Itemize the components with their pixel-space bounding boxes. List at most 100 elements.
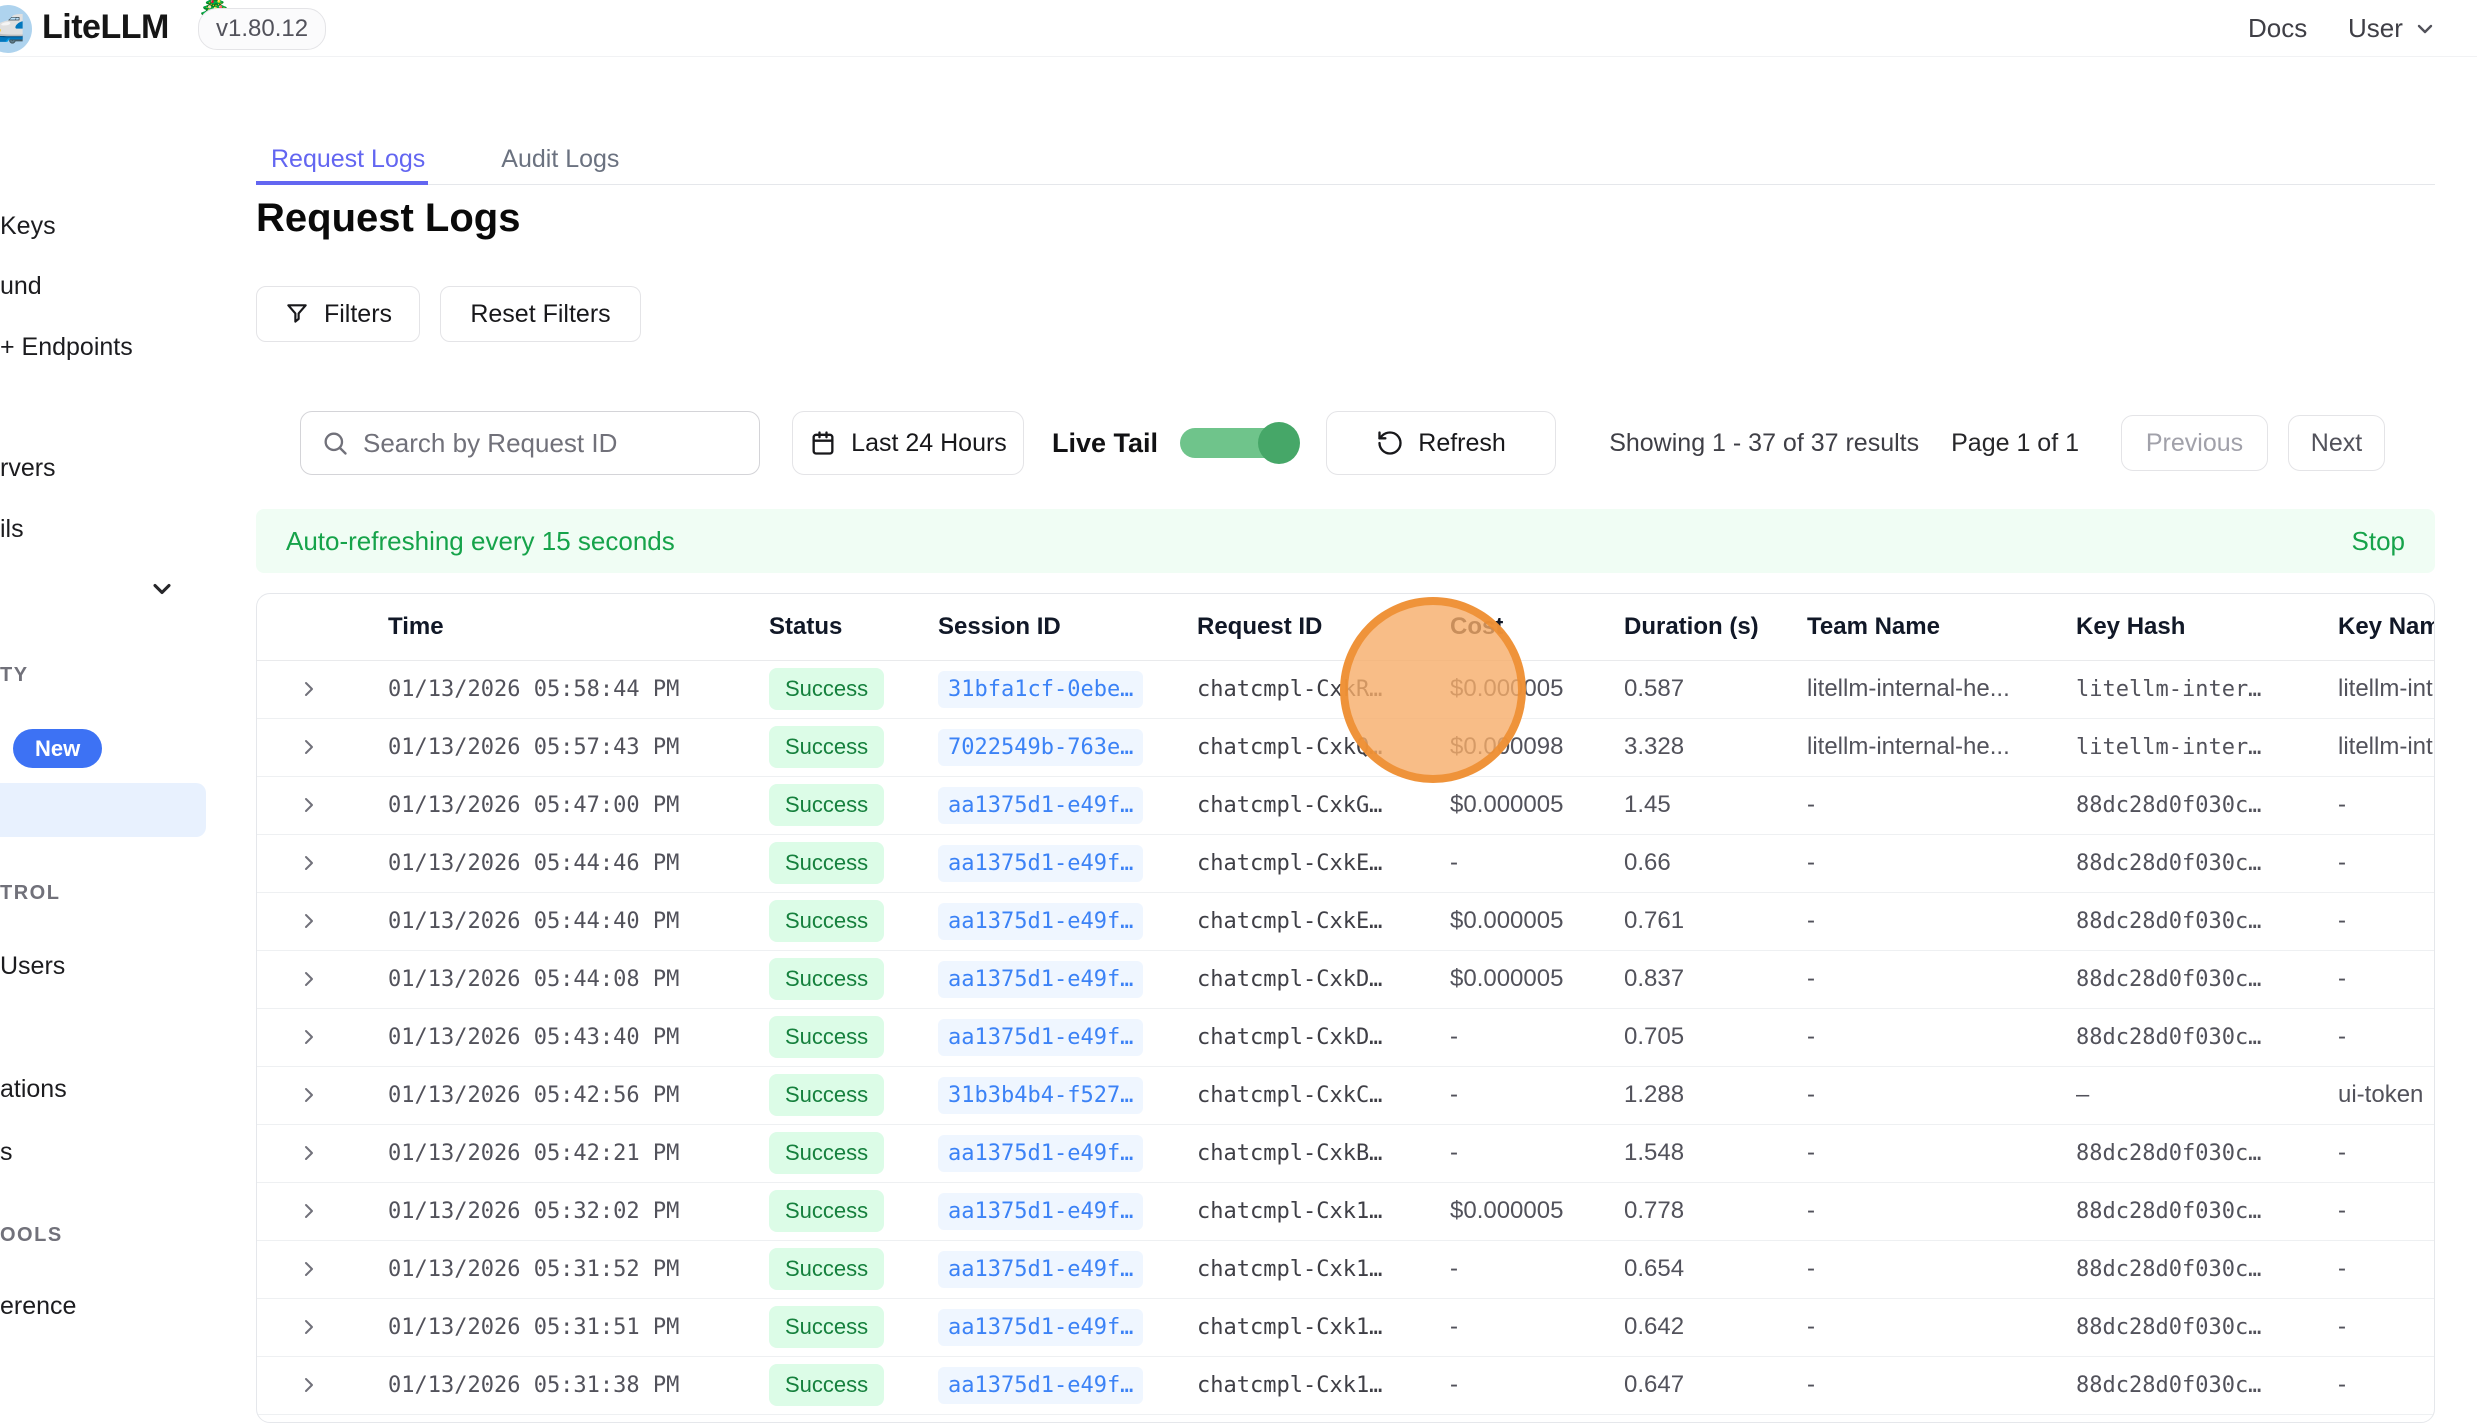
chevron-right-icon[interactable]	[297, 1199, 321, 1223]
live-tail-toggle[interactable]	[1180, 428, 1296, 458]
sidebar-item-keys[interactable]: Keys	[0, 212, 56, 241]
session-id-link[interactable]: 31bfa1cf-0ebe…	[938, 671, 1143, 708]
table-row[interactable]: 01/13/2026 05:31:38 PM Success aa1375d1-…	[257, 1356, 2435, 1414]
table-row[interactable]: 01/13/2026 05:31:52 PM Success aa1375d1-…	[257, 1240, 2435, 1298]
search-input[interactable]	[363, 428, 739, 459]
chevron-right-icon[interactable]	[297, 735, 321, 759]
sidebar-item-teams[interactable]: s	[0, 1138, 13, 1167]
table-row[interactable]: 01/13/2026 05:43:40 PM Success aa1375d1-…	[257, 1008, 2435, 1066]
cell-key-hash: –	[2076, 1066, 2338, 1124]
sidebar-item-models-endpoints[interactable]: + Endpoints	[0, 333, 133, 362]
sidebar-item-organizations[interactable]: ations	[0, 1075, 67, 1104]
status-badge: Success	[769, 842, 884, 884]
session-id-link[interactable]: aa1375d1-e49f…	[938, 903, 1143, 940]
version-badge: v1.80.12	[198, 8, 326, 50]
sidebar-section-observability: TY	[0, 664, 29, 687]
chevron-right-icon[interactable]	[297, 1141, 321, 1165]
chevron-right-icon[interactable]	[297, 1373, 321, 1397]
cell-duration: 0.705	[1624, 1008, 1807, 1066]
refresh-icon	[1376, 429, 1404, 457]
time-range-button[interactable]: Last 24 Hours	[792, 411, 1024, 475]
column-time: Time	[388, 594, 769, 660]
tab-audit-logs[interactable]: Audit Logs	[486, 136, 634, 182]
sidebar-item-selected[interactable]	[0, 783, 206, 837]
chevron-right-icon[interactable]	[297, 677, 321, 701]
cell-team-name: -	[1807, 1124, 2076, 1182]
sidebar-item-users[interactable]: Users	[0, 952, 65, 981]
table-row[interactable]: 01/13/2026 05:44:40 PM Success aa1375d1-…	[257, 892, 2435, 950]
session-id-link[interactable]: 31b3b4b4-f527…	[938, 1077, 1143, 1114]
cell-time: 01/13/2026 05:44:08 PM	[388, 950, 769, 1008]
cell-session-id: aa1375d1-e49f…	[938, 950, 1197, 1008]
cell-session-id: aa1375d1-e49f…	[938, 1298, 1197, 1356]
filters-button[interactable]: Filters	[256, 286, 420, 342]
cell-status: Success	[769, 1356, 938, 1414]
cell-duration: 1.288	[1624, 1066, 1807, 1124]
table-row[interactable]: 01/13/2026 05:42:56 PM Success 31b3b4b4-…	[257, 1066, 2435, 1124]
search-box[interactable]	[300, 411, 760, 475]
cell-session-id: 7022549b-763e…	[938, 718, 1197, 776]
status-badge: Success	[769, 1132, 884, 1174]
cell-key-name: -	[2338, 1008, 2435, 1066]
session-id-link[interactable]: 7022549b-763e…	[938, 729, 1143, 766]
next-page-button[interactable]: Next	[2288, 415, 2385, 471]
cell-time: 01/13/2026 05:31:51 PM	[388, 1298, 769, 1356]
user-menu[interactable]: User	[2348, 13, 2437, 44]
cell-request-id: chatcmpl-CxkD…	[1197, 1008, 1450, 1066]
sidebar-item-guardrails[interactable]: ils	[0, 515, 24, 544]
chevron-right-icon[interactable]	[297, 793, 321, 817]
cell-cost: $0.000005	[1450, 1182, 1624, 1240]
cell-key-hash: 88dc28d0f030c…	[2076, 1240, 2338, 1298]
cell-expand	[257, 1182, 388, 1240]
session-id-link[interactable]: aa1375d1-e49f…	[938, 787, 1143, 824]
tab-request-logs[interactable]: Request Logs	[256, 136, 440, 182]
session-id-link[interactable]: aa1375d1-e49f…	[938, 845, 1143, 882]
chevron-right-icon[interactable]	[297, 1025, 321, 1049]
previous-page-button[interactable]: Previous	[2121, 415, 2268, 471]
session-id-link[interactable]: aa1375d1-e49f…	[938, 1019, 1143, 1056]
chevron-right-icon[interactable]	[297, 1315, 321, 1339]
cell-request-id: chatcmpl-CxkC…	[1197, 1066, 1450, 1124]
table-row[interactable]: 01/13/2026 05:42:21 PM Success aa1375d1-…	[257, 1124, 2435, 1182]
chevron-right-icon[interactable]	[297, 1083, 321, 1107]
table-row[interactable]: 01/13/2026 05:57:43 PM Success 7022549b-…	[257, 718, 2435, 776]
session-id-link[interactable]: aa1375d1-e49f…	[938, 1367, 1143, 1404]
funnel-icon	[284, 301, 310, 327]
sidebar-item-servers[interactable]: rvers	[0, 454, 56, 483]
table-row[interactable]: 01/13/2026 05:44:08 PM Success aa1375d1-…	[257, 950, 2435, 1008]
reset-filters-button[interactable]: Reset Filters	[440, 286, 641, 342]
session-id-link[interactable]: aa1375d1-e49f…	[938, 1135, 1143, 1172]
session-id-link[interactable]: aa1375d1-e49f…	[938, 1251, 1143, 1288]
session-id-link[interactable]: aa1375d1-e49f…	[938, 1193, 1143, 1230]
top-bar: 🚅 LiteLLM 🎄 v1.80.12 Docs User	[0, 0, 2477, 57]
cell-cost: $0.000098	[1450, 718, 1624, 776]
cell-team-name: -	[1807, 1182, 2076, 1240]
session-id-link[interactable]: aa1375d1-e49f…	[938, 1309, 1143, 1346]
table-row[interactable]: 01/13/2026 05:32:02 PM Success aa1375d1-…	[257, 1182, 2435, 1240]
stop-auto-refresh-link[interactable]: Stop	[2352, 526, 2406, 557]
docs-link[interactable]: Docs	[2248, 13, 2307, 44]
logs-toolbar: Last 24 Hours Live Tail Refresh Showing …	[300, 410, 2385, 476]
sidebar-collapse-button[interactable]	[148, 575, 176, 603]
cell-request-id: chatcmpl-Cxk1…	[1197, 1240, 1450, 1298]
table-row[interactable]: 01/13/2026 05:44:46 PM Success aa1375d1-…	[257, 834, 2435, 892]
table-row[interactable]: 01/13/2026 05:31:51 PM Success aa1375d1-…	[257, 1298, 2435, 1356]
sidebar-item-playground[interactable]: und	[0, 272, 42, 301]
request-logs-table-card: Time Status Session ID Request ID Cost D…	[256, 593, 2435, 1423]
table-row[interactable]: 01/13/2026 05:47:00 PM Success aa1375d1-…	[257, 776, 2435, 834]
chevron-right-icon[interactable]	[297, 1257, 321, 1281]
table-row[interactable]: 01/13/2026 05:58:44 PM Success 31bfa1cf-…	[257, 660, 2435, 718]
refresh-button[interactable]: Refresh	[1326, 411, 1556, 475]
cell-expand	[257, 1066, 388, 1124]
session-id-link[interactable]: aa1375d1-e49f…	[938, 961, 1143, 998]
sidebar-item-api-reference[interactable]: erence	[0, 1292, 76, 1321]
cell-key-name: litellm-int	[2338, 718, 2435, 776]
chevron-right-icon[interactable]	[297, 909, 321, 933]
filters-button-label: Filters	[324, 300, 392, 329]
cell-duration: 0.587	[1624, 660, 1807, 718]
cell-session-id: aa1375d1-e49f…	[938, 1182, 1197, 1240]
chevron-right-icon[interactable]	[297, 851, 321, 875]
chevron-right-icon[interactable]	[297, 967, 321, 991]
cell-expand	[257, 1008, 388, 1066]
cell-team-name: -	[1807, 892, 2076, 950]
